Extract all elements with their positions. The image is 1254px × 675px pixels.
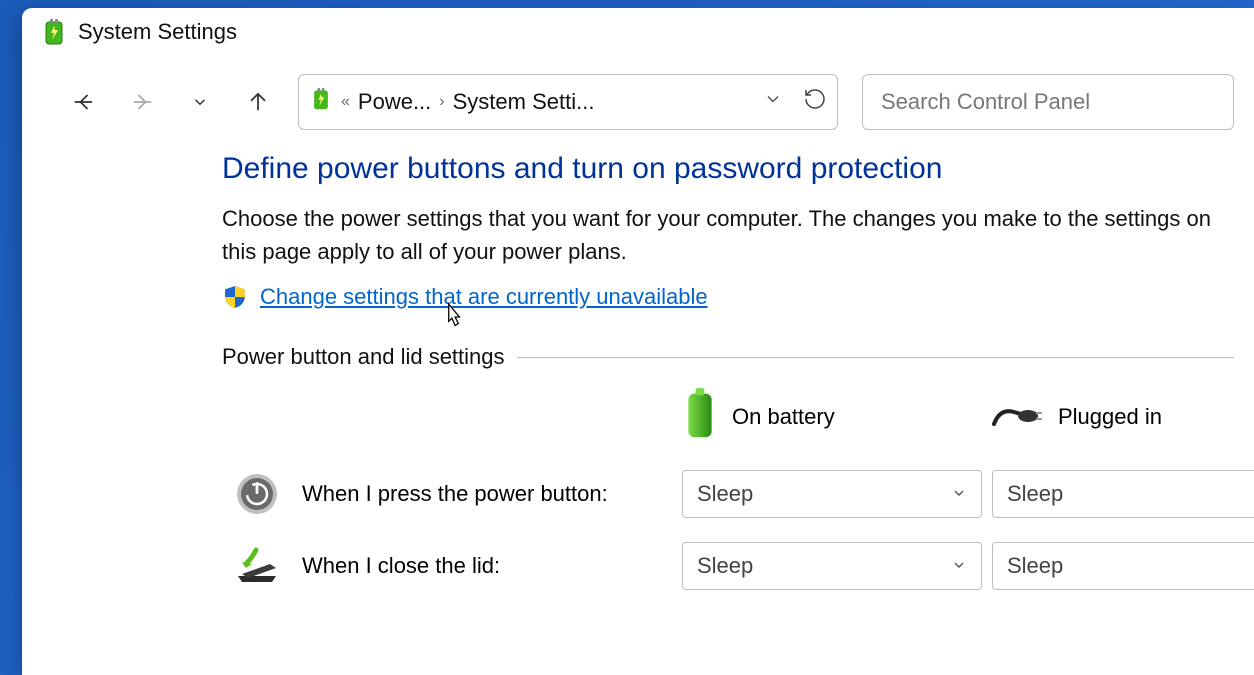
page-description: Choose the power settings that you want … <box>222 202 1234 268</box>
content-area: Define power buttons and turn on passwor… <box>22 152 1254 590</box>
address-bar[interactable]: « Powe... › System Setti... <box>298 74 838 130</box>
nav-arrows <box>68 86 274 118</box>
close-lid-battery-dropdown[interactable]: Sleep <box>682 542 982 590</box>
dropdown-value: Sleep <box>697 481 753 507</box>
row-label-close-lid: When I close the lid: <box>302 553 672 579</box>
search-placeholder: Search Control Panel <box>881 89 1090 115</box>
uac-shield-icon <box>222 284 248 310</box>
power-options-icon <box>309 87 333 117</box>
breadcrumb-parent[interactable]: Powe... <box>358 89 431 115</box>
system-settings-window: System Settings <box>22 8 1254 675</box>
change-settings-link[interactable]: Change settings that are currently unava… <box>260 284 708 310</box>
page-heading: Define power buttons and turn on passwor… <box>222 152 1234 186</box>
power-button-plugged-dropdown[interactable]: Sleep <box>992 470 1254 518</box>
back-button[interactable] <box>68 86 100 118</box>
close-lid-plugged-dropdown[interactable]: Sleep <box>992 542 1254 590</box>
dropdown-value: Sleep <box>1007 553 1063 579</box>
dropdown-value: Sleep <box>697 553 753 579</box>
chevron-down-icon <box>951 481 967 507</box>
admin-link-row: Change settings that are currently unava… <box>222 284 1234 310</box>
forward-button[interactable] <box>126 86 158 118</box>
recent-locations-button[interactable] <box>184 86 216 118</box>
close-lid-icon <box>222 546 292 586</box>
nav-row: « Powe... › System Setti... Search Contr… <box>22 52 1254 152</box>
power-button-battery-dropdown[interactable]: Sleep <box>682 470 982 518</box>
refresh-button[interactable] <box>803 87 827 117</box>
chevron-down-icon[interactable] <box>763 89 783 115</box>
column-header-plugged: Plugged in <box>992 398 1254 436</box>
column-battery-label: On battery <box>732 404 835 430</box>
power-settings-grid: On battery Plugged in <box>222 388 1234 590</box>
section-title: Power button and lid settings <box>222 344 505 370</box>
power-button-icon <box>222 472 292 516</box>
breadcrumb-overflow-icon[interactable]: « <box>341 93 350 111</box>
column-plugged-label: Plugged in <box>1058 404 1162 430</box>
section-title-row: Power button and lid settings <box>222 344 1234 370</box>
dropdown-value: Sleep <box>1007 481 1063 507</box>
titlebar: System Settings <box>22 8 1254 52</box>
power-options-icon <box>40 18 68 46</box>
column-header-battery: On battery <box>682 388 982 446</box>
chevron-down-icon <box>951 553 967 579</box>
search-input[interactable]: Search Control Panel <box>862 74 1234 130</box>
breadcrumb-current[interactable]: System Setti... <box>453 89 595 115</box>
battery-icon <box>682 388 718 446</box>
row-label-power-button: When I press the power button: <box>302 481 672 507</box>
up-button[interactable] <box>242 86 274 118</box>
plug-icon <box>992 398 1044 436</box>
divider <box>517 357 1234 358</box>
window-title: System Settings <box>78 19 237 45</box>
chevron-right-icon: › <box>439 93 444 111</box>
